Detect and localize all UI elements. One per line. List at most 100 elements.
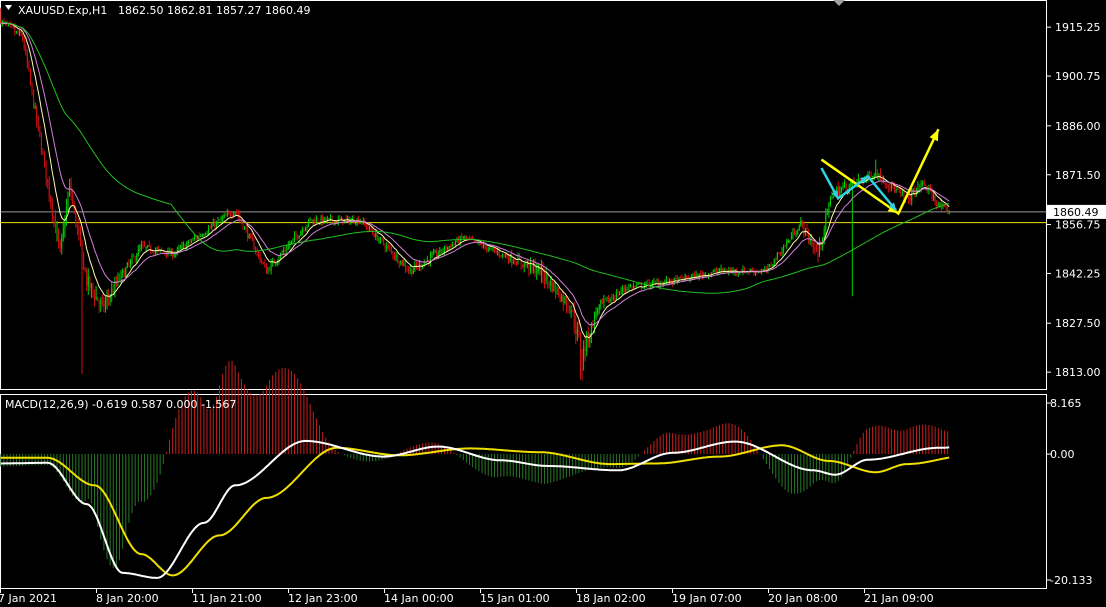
candle <box>108 288 110 306</box>
candle-body <box>489 247 491 250</box>
candle-body <box>94 292 96 300</box>
candle-body <box>83 252 85 270</box>
candle-body <box>665 279 667 283</box>
candle-body <box>920 182 922 189</box>
candle <box>292 238 294 244</box>
candle <box>58 228 60 249</box>
candle-body <box>711 272 713 275</box>
candle-body <box>51 203 53 216</box>
candle-body <box>195 237 197 239</box>
candle-body <box>125 267 127 277</box>
candle <box>64 215 66 238</box>
candle-body <box>300 232 302 237</box>
candle-body <box>92 285 94 292</box>
candle <box>117 272 119 287</box>
candle <box>256 247 258 257</box>
candle-body <box>214 222 216 228</box>
candle <box>275 262 277 267</box>
candle <box>844 179 846 189</box>
candle <box>842 182 844 191</box>
candle <box>551 279 553 293</box>
candle-body <box>28 64 30 71</box>
price-tick-label: 1886.00 <box>1055 120 1101 133</box>
candle <box>261 258 263 265</box>
trading-chart[interactable]: XAUUSD.Exp,H1 1862.50 1862.81 1857.27 18… <box>0 0 1106 607</box>
candle-body <box>147 245 149 248</box>
candle-body <box>789 240 791 242</box>
candle-body <box>311 219 313 222</box>
candle-body <box>281 252 283 254</box>
candle <box>897 186 899 191</box>
candle <box>858 173 860 183</box>
candle-body <box>829 196 831 203</box>
candle-body <box>100 301 102 304</box>
candle-body <box>934 195 936 202</box>
candle-body <box>840 187 842 190</box>
candle-body <box>572 309 574 311</box>
candle-body <box>101 300 103 302</box>
candle <box>356 217 358 227</box>
yellow-trend-arrow[interactable] <box>820 128 940 216</box>
candle-body <box>403 263 405 266</box>
candle-body <box>395 254 397 258</box>
candle <box>129 258 131 269</box>
candle <box>829 195 831 207</box>
candle <box>851 178 853 297</box>
candle-body <box>297 235 299 238</box>
candle <box>123 268 125 278</box>
candle-body <box>594 313 596 328</box>
candle <box>69 178 71 197</box>
candle <box>222 214 224 224</box>
candle <box>936 199 938 210</box>
candle-body <box>512 261 514 263</box>
candle <box>303 227 305 234</box>
macd-indicator-label: MACD(12,26,9) -0.619 0.587 0.000 -1.567 <box>5 398 236 411</box>
candle-body <box>284 250 286 252</box>
candle-body <box>642 287 644 289</box>
candle <box>354 223 356 226</box>
candle-body <box>775 259 777 261</box>
candle <box>929 184 931 192</box>
candle-body <box>464 236 466 238</box>
candle-body <box>554 283 556 293</box>
candle-body <box>715 270 717 273</box>
candle <box>401 259 403 267</box>
candle <box>503 253 505 258</box>
macd-tick-label: -20.133 <box>1050 574 1092 587</box>
candle-body <box>606 296 608 300</box>
candle <box>658 278 660 287</box>
chart-shift-marker-icon[interactable] <box>833 0 845 6</box>
candle-body <box>283 250 285 252</box>
candle-body <box>679 276 681 278</box>
candle-body <box>790 236 792 240</box>
symbol-dropdown-icon[interactable] <box>5 5 12 10</box>
candle-body <box>522 264 524 267</box>
candle <box>431 251 433 259</box>
candle-body <box>153 252 155 254</box>
price-panel[interactable] <box>0 7 1047 381</box>
candle <box>34 102 36 110</box>
candle <box>525 259 527 268</box>
candle <box>470 236 472 241</box>
candle <box>679 276 681 279</box>
candle <box>251 233 253 242</box>
candle-body <box>139 248 141 250</box>
candle <box>317 218 319 224</box>
candle-body <box>215 221 217 228</box>
candle <box>176 246 178 256</box>
candle-body <box>261 260 263 263</box>
candle <box>497 248 499 256</box>
candle-body <box>123 270 125 278</box>
candle-body <box>86 270 88 286</box>
macd-panel[interactable] <box>0 360 1047 579</box>
candle <box>600 299 602 310</box>
candle-body <box>900 190 902 194</box>
candle <box>0 7 2 25</box>
candle <box>98 299 100 314</box>
candle-body <box>495 250 497 252</box>
candle-body <box>292 238 294 241</box>
candle <box>908 195 910 204</box>
candle <box>56 220 58 242</box>
candle-body <box>378 239 380 241</box>
candle <box>933 191 935 202</box>
